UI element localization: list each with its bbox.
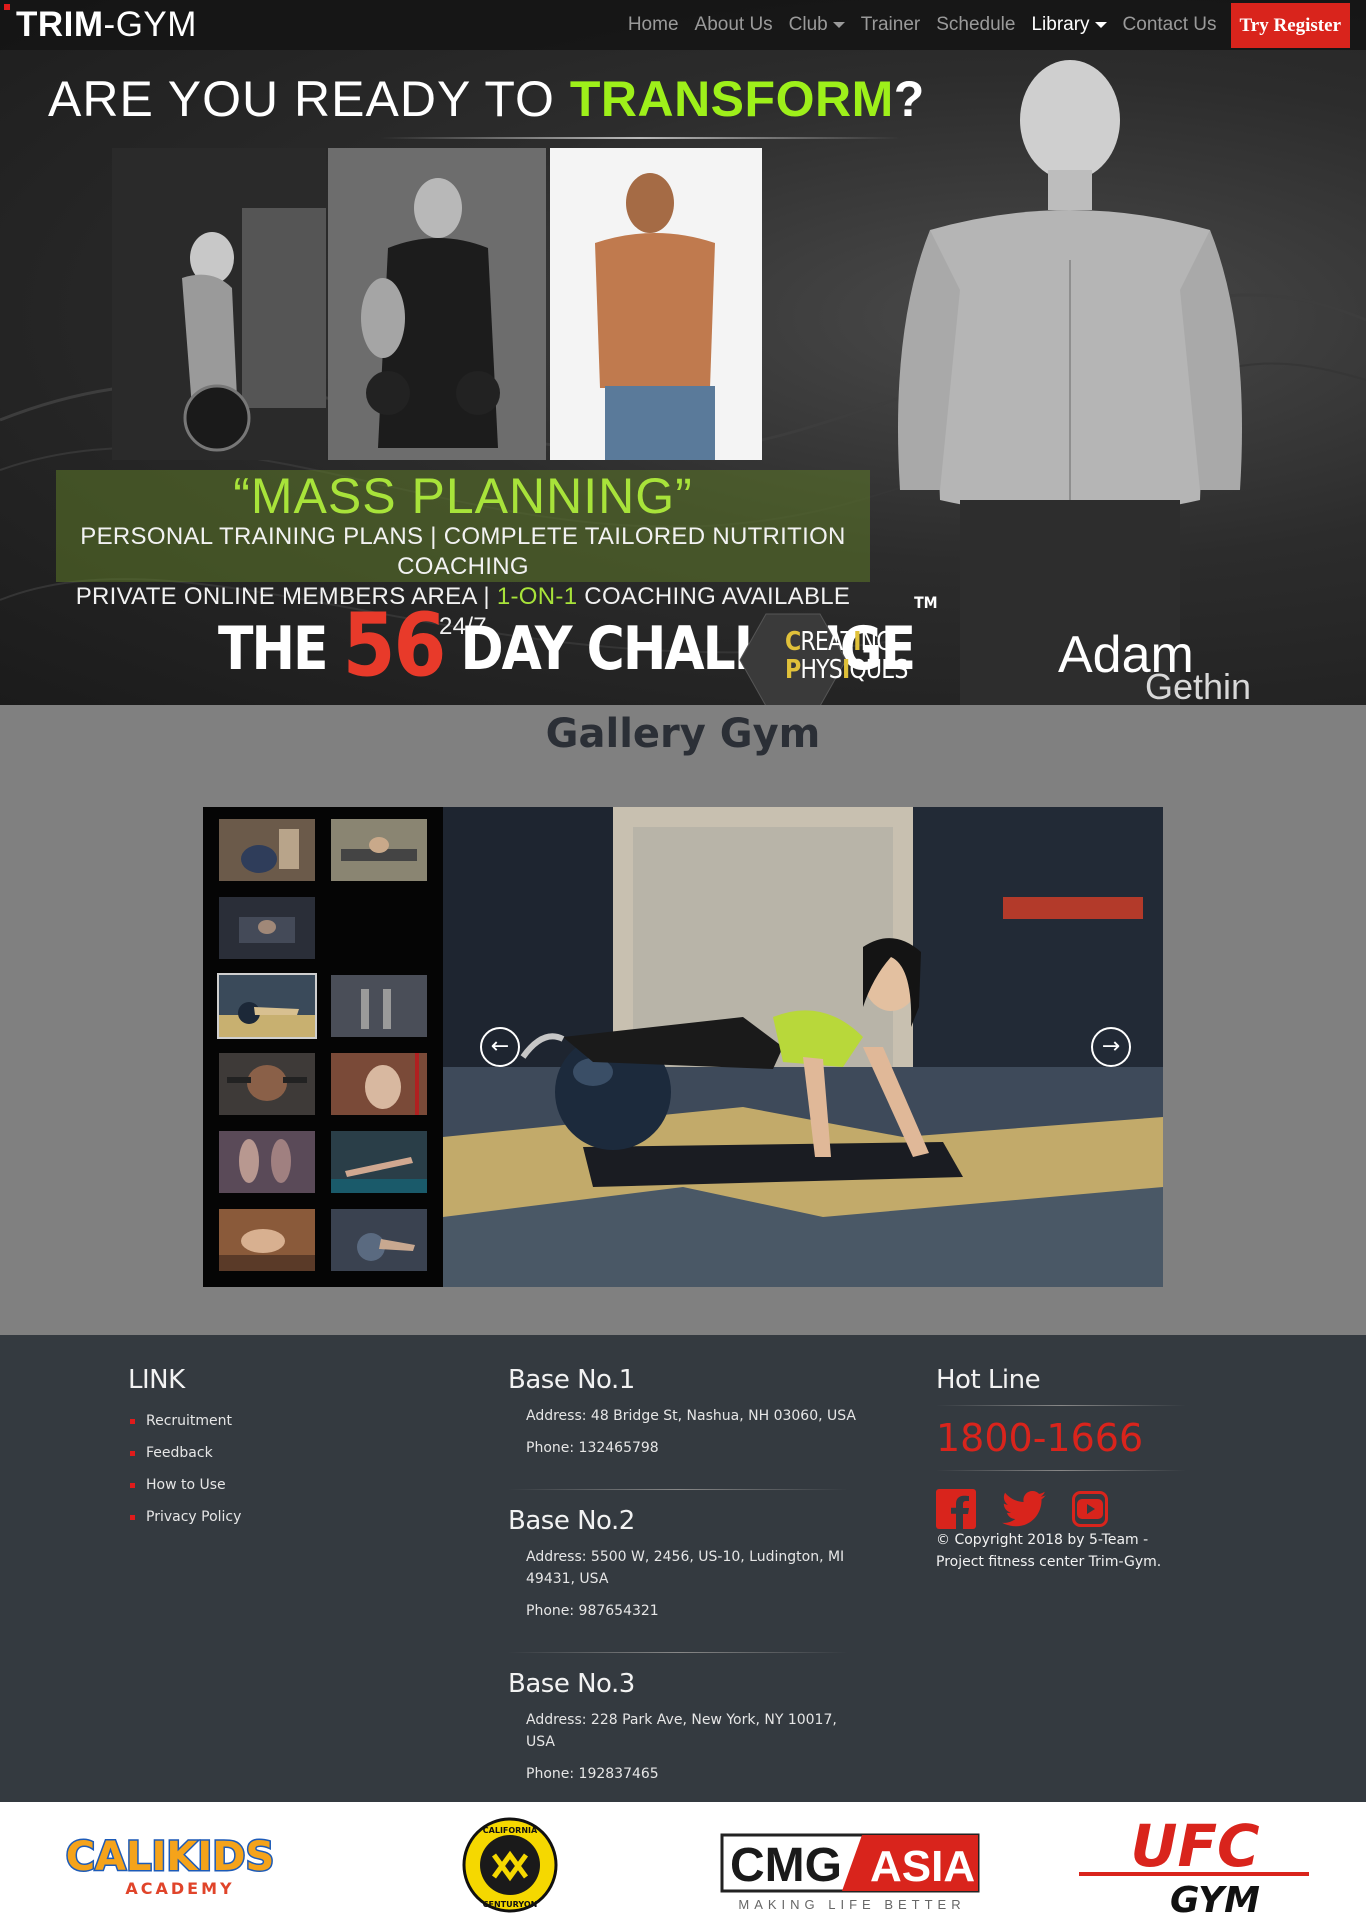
gallery-thumbnail[interactable] xyxy=(219,1209,315,1271)
svg-text:UFC: UFC xyxy=(1130,1812,1259,1880)
hero-title-underline xyxy=(380,137,900,139)
footer-bases-column: Base No.1 Address: 48 Bridge St, Nashua,… xyxy=(508,1365,868,1815)
gallery-thumbnail[interactable] xyxy=(331,1131,427,1193)
base-address: Address: 228 Park Ave, New York, NY 1001… xyxy=(526,1712,837,1750)
chevron-down-icon xyxy=(1094,22,1107,28)
base-block-2: Base No.2 Address: 5500 W, 2456, US-10, … xyxy=(508,1506,868,1622)
brand-logo[interactable]: TRIM-GYM xyxy=(16,6,197,44)
svg-text:CMG: CMG xyxy=(730,1839,842,1892)
partners-strip: CALIKIDS ACADEMY CALIFORNIA CENTURYON CM… xyxy=(0,1802,1366,1927)
footer-links-heading: LINK xyxy=(128,1365,185,1395)
mass-planning-box: “MASS PLANNING” PERSONAL TRAINING PLANS … xyxy=(56,468,870,640)
hotline-number[interactable]: 1800-1666 xyxy=(936,1416,1196,1460)
arrow-left-icon: ← xyxy=(490,1034,510,1059)
carousel-prev-button[interactable]: ← xyxy=(480,1027,520,1067)
hero-banner: ARE YOU READY TO TRANSFORM? “MASS PLANNI… xyxy=(0,0,1366,705)
signature-last: Gethin xyxy=(1145,666,1252,705)
footer-links-list: Recruitment Feedback How to Use Privacy … xyxy=(128,1405,428,1533)
gallery-thumbnail[interactable] xyxy=(219,1131,315,1193)
nav-club[interactable]: Club xyxy=(789,14,845,36)
hero-photo-bald-man xyxy=(328,148,546,460)
svg-text:CALIKIDS: CALIKIDS xyxy=(66,1834,275,1880)
footer-links-column: LINK Recruitment Feedback How to Use Pri… xyxy=(128,1365,428,1533)
divider xyxy=(936,1405,1186,1406)
nav-schedule[interactable]: Schedule xyxy=(936,14,1015,36)
partner-ufc-gym-logo[interactable]: UFC GYM xyxy=(1065,1802,1325,1927)
mass-planning-line-1: PERSONAL TRAINING PLANS | COMPLETE TAILO… xyxy=(80,523,846,580)
chevron-down-icon xyxy=(832,22,845,28)
partner-california-centuryon-logo[interactable]: CALIFORNIA CENTURYON xyxy=(440,1802,580,1927)
base-title: Base No.3 xyxy=(508,1669,635,1699)
gallery-thumbnail[interactable] xyxy=(331,975,427,1037)
svg-text:CALIFORNIA: CALIFORNIA xyxy=(483,1826,538,1835)
base-phone: Phone: 132465798 xyxy=(526,1440,659,1456)
base-address: Address: 48 Bridge St, Nashua, NH 03060,… xyxy=(526,1408,856,1424)
base-title: Base No.2 xyxy=(508,1506,635,1536)
gallery-thumbnail[interactable] xyxy=(219,897,315,959)
navbar: TRIM-GYM Home About Us Club Trainer Sche… xyxy=(0,0,1366,50)
footer-hotline-column: Hot Line 1800-1666 © Copyright 2018 by 5… xyxy=(936,1365,1196,1573)
gallery-carousel: ← → xyxy=(203,807,1163,1287)
partner-calikids-logo[interactable]: CALIKIDS ACADEMY xyxy=(40,1802,300,1927)
base-title: Base No.1 xyxy=(508,1365,635,1395)
divider xyxy=(508,1652,848,1653)
base-phone: Phone: 192837465 xyxy=(526,1766,659,1782)
creating-physiques-logo: CREATING PHYSIQUES xyxy=(785,627,908,685)
gallery-thumbnail[interactable] xyxy=(331,819,427,881)
main-nav: Home About Us Club Trainer Schedule Libr… xyxy=(620,2,1350,48)
svg-text:ACADEMY: ACADEMY xyxy=(125,1879,234,1898)
nav-trainer[interactable]: Trainer xyxy=(861,14,920,36)
brand-dot xyxy=(4,4,10,10)
partner-cmg-asia-logo[interactable]: CMG ASIA MAKING LIFE BETTER xyxy=(712,1802,992,1927)
footer-link-recruitment[interactable]: Recruitment xyxy=(128,1405,428,1437)
mass-planning-title: “MASS PLANNING” xyxy=(233,468,693,524)
nav-contact-us[interactable]: Contact Us xyxy=(1123,14,1217,36)
footer-link-privacy-policy[interactable]: Privacy Policy xyxy=(128,1501,428,1533)
carousel-next-button[interactable]: → xyxy=(1091,1027,1131,1067)
arrow-right-icon: → xyxy=(1101,1034,1121,1059)
hotline-heading: Hot Line xyxy=(936,1365,1041,1395)
hero-photo-shirtless-man xyxy=(550,148,762,460)
gallery-thumbnail[interactable] xyxy=(219,1053,315,1115)
social-links xyxy=(936,1489,1196,1529)
divider xyxy=(508,1489,848,1490)
nav-library[interactable]: Library xyxy=(1031,14,1107,36)
gallery-thumbnails xyxy=(203,807,443,1287)
hero-title: ARE YOU READY TO TRANSFORM? xyxy=(48,71,926,127)
twitter-icon[interactable] xyxy=(1002,1491,1046,1527)
svg-text:GYM: GYM xyxy=(1170,1880,1260,1920)
nav-about-us[interactable]: About Us xyxy=(695,14,773,36)
svg-text:MAKING LIFE BETTER: MAKING LIFE BETTER xyxy=(738,1897,965,1912)
gallery-section: Gallery Gym ← → xyxy=(0,705,1366,1335)
gallery-main-image xyxy=(443,807,1163,1287)
gallery-thumbnail[interactable] xyxy=(219,819,315,881)
facebook-icon[interactable] xyxy=(936,1489,976,1529)
base-block-3: Base No.3 Address: 228 Park Ave, New Yor… xyxy=(508,1669,868,1785)
base-address: Address: 5500 W, 2456, US-10, Ludington,… xyxy=(526,1549,845,1587)
base-phone: Phone: 987654321 xyxy=(526,1603,659,1619)
gallery-thumbnail[interactable] xyxy=(331,1209,427,1271)
hero-photo-woman xyxy=(112,148,326,460)
try-register-button[interactable]: Try Register xyxy=(1230,2,1350,48)
footer-link-how-to-use[interactable]: How to Use xyxy=(128,1469,428,1501)
footer: LINK Recruitment Feedback How to Use Pri… xyxy=(0,1335,1366,1802)
gallery-title: Gallery Gym xyxy=(545,711,821,757)
copyright-text: © Copyright 2018 by 5-Team - Project fit… xyxy=(936,1532,1162,1570)
divider xyxy=(936,1470,1186,1471)
nav-home[interactable]: Home xyxy=(628,14,679,36)
svg-text:CENTURYON: CENTURYON xyxy=(483,1900,538,1909)
base-block-1: Base No.1 Address: 48 Bridge St, Nashua,… xyxy=(508,1365,868,1459)
svg-text:ASIA: ASIA xyxy=(870,1842,975,1891)
footer-link-feedback[interactable]: Feedback xyxy=(128,1437,428,1469)
youtube-icon[interactable] xyxy=(1072,1491,1108,1527)
gallery-thumbnail-active[interactable] xyxy=(217,973,317,1039)
gallery-thumbnail[interactable] xyxy=(331,1053,427,1115)
